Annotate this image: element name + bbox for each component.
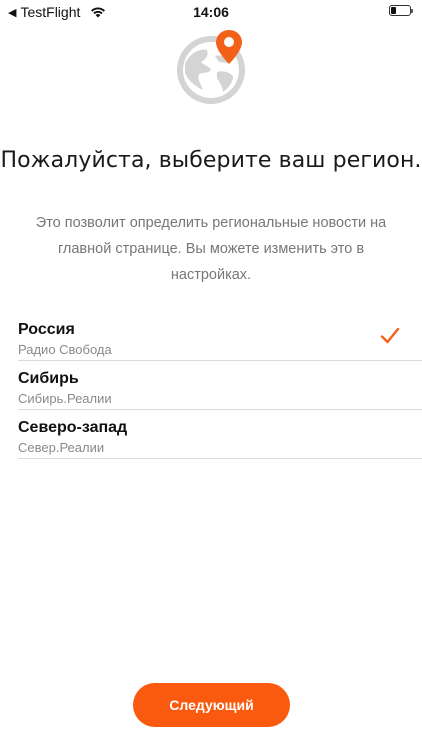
- globe-with-location-pin-icon: [171, 26, 251, 106]
- checkmark-icon: [380, 327, 400, 344]
- region-name: Россия: [18, 321, 75, 338]
- region-item-russia[interactable]: Россия Радио Свобода: [18, 312, 422, 361]
- battery-nub: [411, 9, 413, 13]
- region-subtitle: Север.Реалии: [18, 440, 105, 455]
- battery-icon: [389, 5, 413, 16]
- next-button[interactable]: Следующий: [133, 683, 290, 727]
- region-subtitle: Сибирь.Реалии: [18, 391, 112, 406]
- region-name: Сибирь: [18, 370, 79, 387]
- battery-level: [391, 7, 396, 14]
- region-subtitle: Радио Свобода: [18, 342, 112, 357]
- page-title: Пожалуйста, выберите ваш регион.: [0, 148, 422, 173]
- region-name: Северо-запад: [18, 419, 128, 436]
- region-list: Россия Радио Свобода Сибирь Сибирь.Реали…: [18, 312, 422, 459]
- status-time: 14:06: [193, 4, 229, 20]
- region-item-northwest[interactable]: Северо-запад Север.Реалии: [18, 410, 422, 459]
- status-bar: ◀ TestFlight 14:06: [0, 0, 422, 24]
- page-description: Это позволит определить региональные нов…: [35, 215, 387, 283]
- region-item-siberia[interactable]: Сибирь Сибирь.Реалии: [18, 361, 422, 410]
